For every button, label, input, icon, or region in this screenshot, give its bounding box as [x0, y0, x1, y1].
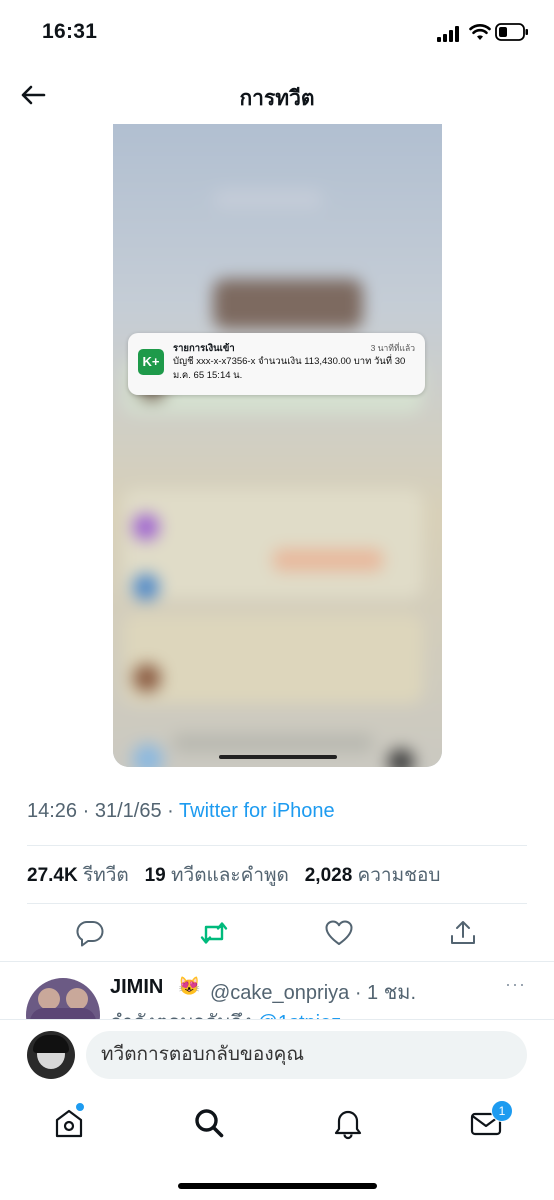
notification-title: รายการเงินเข้า: [173, 343, 235, 354]
messages-badge: 1: [491, 1100, 513, 1122]
reply-context: กำลังตอบกลับถึง @1stpiez: [110, 1006, 341, 1020]
status-time: 16:31: [42, 20, 98, 43]
retweets-label: รีทวีต: [82, 865, 129, 886]
share-icon[interactable]: [448, 918, 478, 948]
tweet-stats: 27.4K รีทวีต 19 ทวีตและคำพูด 2,028 ความช…: [27, 860, 441, 890]
divider: [27, 845, 527, 846]
page-title: การทวีต: [239, 87, 315, 110]
tweet-time: 14:26: [27, 800, 78, 822]
notifications-icon[interactable]: [331, 1106, 365, 1140]
more-options-icon[interactable]: ···: [505, 974, 526, 995]
tweet-media-image[interactable]: K+ รายการเงินเข้า 3 นาทีที่แล้ว บัญชี xx…: [113, 124, 442, 767]
home-unread-dot: [75, 1102, 85, 1112]
tweet-source-link[interactable]: Twitter for iPhone: [179, 800, 335, 822]
quotes-stat[interactable]: 19 ทวีตและคำพูด: [145, 865, 289, 886]
screenshot-home-indicator: [219, 755, 337, 759]
user-avatar[interactable]: [27, 1031, 75, 1079]
reply-author-handle: @cake_onpriya · 1 ชม.: [210, 982, 417, 1004]
tweet-timestamp: 14:26 · 31/1/65 · Twitter for iPhone: [27, 800, 335, 823]
meta-separator: ·: [167, 800, 174, 822]
reply-input[interactable]: [86, 1031, 527, 1079]
wifi-icon: [469, 24, 491, 40]
divider: [27, 903, 527, 904]
like-icon[interactable]: [324, 918, 354, 948]
retweets-count: 27.4K: [27, 865, 78, 886]
notification-time: 3 นาทีที่แล้ว: [370, 343, 415, 353]
nav-header: การทวีต: [0, 66, 554, 124]
quotes-count: 19: [144, 865, 166, 886]
notification-body: บัญชี xxx-x-x7356-x จำนวนเงิน 113,430.00…: [173, 356, 406, 381]
reply-tweet[interactable]: JIMIN 😻 @cake_onpriya · 1 ชม. ··· กำลังต…: [0, 962, 554, 1020]
retweet-icon[interactable]: [199, 918, 229, 948]
comment-icon[interactable]: [75, 918, 105, 948]
reply-author-name[interactable]: JIMIN: [110, 976, 163, 999]
likes-count: 2,028: [304, 865, 353, 886]
cat-heart-eyes-emoji: 😻: [178, 976, 201, 996]
blurred-phone-screen: [113, 124, 442, 767]
reply-avatar[interactable]: [26, 978, 100, 1020]
meta-separator: ·: [82, 800, 90, 822]
likes-label: ความชอบ: [357, 865, 441, 886]
search-icon[interactable]: [192, 1106, 226, 1140]
cellular-signal-icon: [437, 26, 459, 42]
tweet-date: 31/1/65: [94, 800, 162, 822]
home-indicator: [178, 1183, 377, 1189]
likes-stat[interactable]: 2,028 ความชอบ: [305, 865, 441, 886]
status-bar: 16:31: [0, 0, 554, 66]
kplus-app-icon: K+: [138, 349, 164, 375]
reply-compose-bar: [0, 1019, 554, 1090]
retweets-stat[interactable]: 27.4K รีทวีต: [27, 865, 129, 886]
battery-icon: [495, 23, 528, 41]
quotes-label: ทวีตและคำพูด: [171, 865, 289, 886]
bank-notification: K+ รายการเงินเข้า 3 นาทีที่แล้ว บัญชี xx…: [128, 333, 425, 395]
